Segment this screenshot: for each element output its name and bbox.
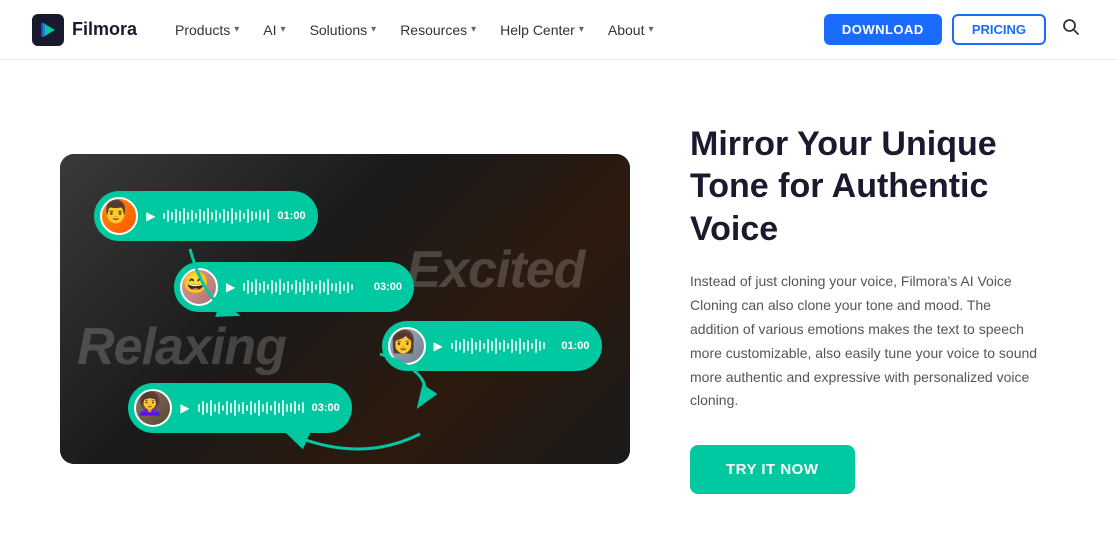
waveform-4: [198, 399, 304, 417]
search-button[interactable]: [1056, 12, 1086, 47]
nav-links: Products ▾ AI ▾ Solutions ▾ Resources ▾ …: [165, 16, 824, 44]
hero-title: Mirror Your Unique Tone for Authentic Vo…: [690, 123, 1038, 251]
chevron-down-icon: ▾: [281, 24, 286, 35]
nav-item-about[interactable]: About ▾: [598, 16, 664, 44]
download-button[interactable]: DOWNLOAD: [824, 14, 942, 45]
audio-card-4: 👩‍🦱 ▶ 03:00: [128, 383, 351, 433]
avatar-3: 👩: [388, 327, 426, 365]
chevron-down-icon: ▾: [371, 24, 376, 35]
navbar: Filmora Products ▾ AI ▾ Solutions ▾ Reso…: [0, 0, 1118, 60]
hero-content: Mirror Your Unique Tone for Authentic Vo…: [690, 123, 1058, 494]
logo[interactable]: Filmora: [32, 14, 137, 46]
chevron-down-icon: ▾: [579, 24, 584, 35]
pricing-button[interactable]: PRICING: [952, 14, 1046, 45]
chevron-down-icon: ▾: [648, 24, 653, 35]
play-icon-4: ▶: [180, 401, 189, 415]
hero-section: Excited Relaxing 👨 ▶ 01:00 😄 ▶ 03:00: [0, 60, 1118, 557]
duration-4: 03:00: [312, 402, 340, 414]
video-mockup: Excited Relaxing 👨 ▶ 01:00 😄 ▶ 03:00: [60, 154, 630, 464]
play-icon-3: ▶: [434, 339, 443, 353]
nav-item-solutions[interactable]: Solutions ▾: [300, 16, 387, 44]
chevron-down-icon: ▾: [234, 24, 239, 35]
avatar-4: 👩‍🦱: [134, 389, 172, 427]
duration-3: 01:00: [561, 340, 589, 352]
logo-icon: [32, 14, 64, 46]
play-icon-1: ▶: [146, 209, 155, 223]
waveform-2: [243, 278, 366, 296]
try-it-now-button[interactable]: TRY IT NOW: [690, 445, 855, 494]
chevron-down-icon: ▾: [471, 24, 476, 35]
audio-card-1: 👨 ▶ 01:00: [94, 191, 317, 241]
duration-2: 03:00: [374, 281, 402, 293]
audio-card-2: 😄 ▶ 03:00: [174, 262, 414, 312]
avatar-2: 😄: [180, 268, 218, 306]
search-icon: [1062, 18, 1080, 36]
waveform-3: [451, 337, 554, 355]
hero-description: Instead of just cloning your voice, Film…: [690, 270, 1038, 413]
audio-card-3: 👩 ▶ 01:00: [382, 321, 602, 371]
nav-item-ai[interactable]: AI ▾: [253, 16, 295, 44]
play-icon-2: ▶: [226, 280, 235, 294]
nav-item-resources[interactable]: Resources ▾: [390, 16, 486, 44]
waveform-1: [163, 207, 269, 225]
avatar-1: 👨: [100, 197, 138, 235]
nav-item-products[interactable]: Products ▾: [165, 16, 249, 44]
nav-actions: DOWNLOAD PRICING: [824, 12, 1086, 47]
logo-text: Filmora: [72, 19, 137, 40]
nav-item-helpcenter[interactable]: Help Center ▾: [490, 16, 594, 44]
duration-1: 01:00: [277, 210, 305, 222]
